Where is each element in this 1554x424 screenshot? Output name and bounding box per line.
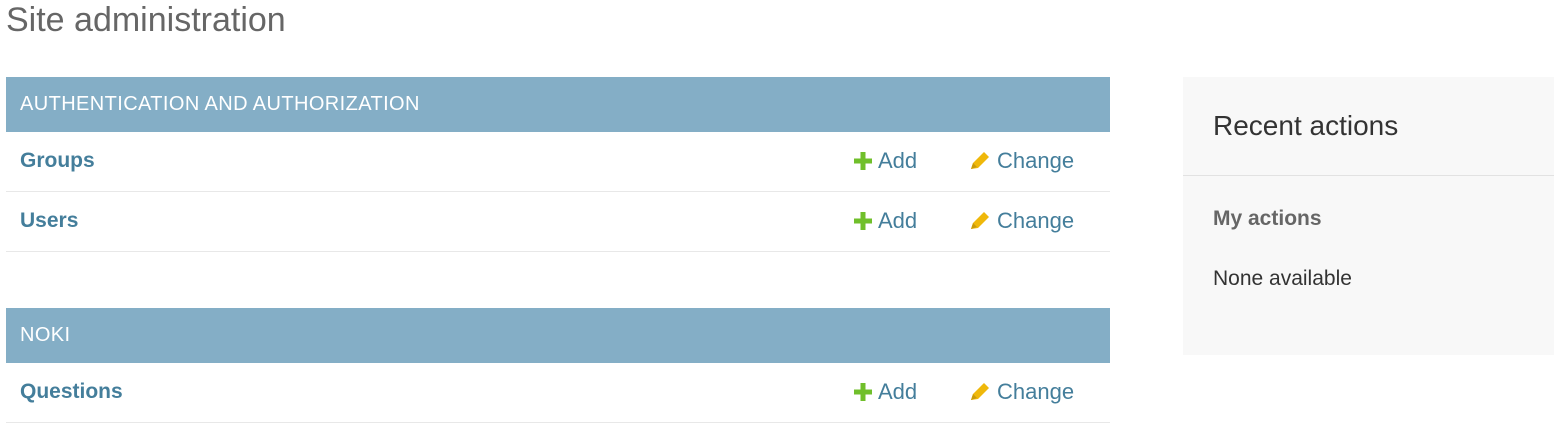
table-row: Questions Add Change — [6, 363, 1110, 423]
module-caption[interactable]: AUTHENTICATION AND AUTHORIZATION — [6, 77, 1110, 132]
plus-icon — [854, 383, 872, 401]
add-button[interactable]: Add — [854, 192, 917, 250]
recent-actions-title: Recent actions — [1183, 77, 1554, 176]
model-link-users[interactable]: Users — [20, 192, 78, 250]
add-label: Add — [878, 379, 918, 404]
my-actions-heading: My actions — [1213, 207, 1322, 230]
pencil-icon — [969, 151, 991, 171]
add-label: Add — [878, 148, 918, 173]
pencil-icon — [969, 382, 991, 402]
change-button[interactable]: Change — [969, 132, 1074, 190]
page-title: Site administration — [6, 1, 286, 39]
model-link-groups[interactable]: Groups — [20, 132, 95, 190]
model-link-questions[interactable]: Questions — [20, 363, 123, 421]
plus-icon — [854, 152, 872, 170]
add-button[interactable]: Add — [854, 132, 917, 190]
table-row: Users Add Change — [6, 192, 1110, 252]
change-label: Change — [997, 208, 1075, 233]
recent-actions-panel: Recent actions My actions None available — [1183, 77, 1554, 355]
module-caption[interactable]: NOKI — [6, 308, 1110, 363]
pencil-icon — [969, 211, 991, 231]
table-row: Groups Add Change — [6, 132, 1110, 192]
change-button[interactable]: Change — [969, 192, 1074, 250]
add-button[interactable]: Add — [854, 363, 917, 421]
change-label: Change — [997, 148, 1075, 173]
module-noki: NOKI Questions Add Change — [6, 308, 1110, 423]
plus-icon — [854, 212, 872, 230]
change-button[interactable]: Change — [969, 363, 1074, 421]
module-auth: AUTHENTICATION AND AUTHORIZATION Groups … — [6, 77, 1110, 252]
change-label: Change — [997, 379, 1075, 404]
add-label: Add — [878, 208, 918, 233]
empty-state-text: None available — [1213, 267, 1352, 290]
